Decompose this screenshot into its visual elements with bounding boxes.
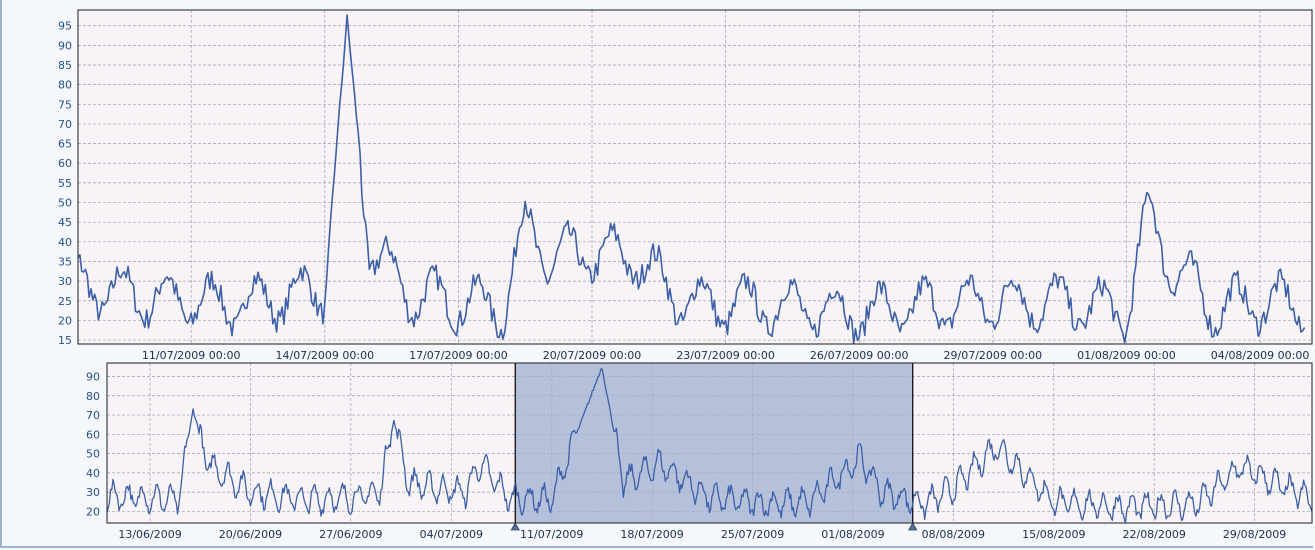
chart-canvas: 11/07/2009 00:00 14/07/2009 00:00 17/07/20… bbox=[58, 9, 1313, 541]
main-chart-x-tick-label: 26/07/2009 00:00 bbox=[810, 349, 909, 362]
main-chart-y-tick-label: 55 bbox=[58, 177, 72, 190]
overview-chart-y-tick-label: 70 bbox=[86, 409, 100, 422]
main-chart-y-tick-label: 15 bbox=[58, 334, 72, 347]
overview-chart-x-tick-label: 22/08/2009 bbox=[1122, 528, 1185, 541]
overview-chart-y-tick-label: 30 bbox=[86, 486, 100, 499]
main-chart-y-tick-label: 60 bbox=[58, 157, 72, 170]
main-chart-y-tick-label: 80 bbox=[58, 79, 72, 92]
overview-chart-x-tick-label: 20/06/2009 bbox=[219, 528, 282, 541]
main-chart-x-tick-label: 01/08/2009 00:00 bbox=[1077, 349, 1176, 362]
overview-chart-y-tick-label: 50 bbox=[86, 448, 100, 461]
main-chart-y-tick-label: 50 bbox=[58, 197, 72, 210]
main-chart-y-tick-label: 95 bbox=[58, 20, 72, 33]
overview-chart: 13/06/2009 20/06/2009 27/06/2009 04/07/2009… bbox=[86, 362, 1313, 541]
main-chart-y-tick-label: 30 bbox=[58, 275, 72, 288]
main-chart-y-tick-label: 25 bbox=[58, 295, 72, 308]
main-chart-x-tick-label: 04/08/2009 00:00 bbox=[1211, 349, 1310, 362]
overview-chart-y-tick-label: 90 bbox=[86, 370, 100, 383]
main-chart-x-tick-label: 11/07/2009 00:00 bbox=[142, 349, 241, 362]
main-chart-y-tick-label: 85 bbox=[58, 59, 72, 72]
overview-chart-x-tick-label: 25/07/2009 bbox=[721, 528, 784, 541]
overview-chart-x-tick-label: 08/08/2009 bbox=[922, 528, 985, 541]
main-chart-x-tick-label: 14/07/2009 00:00 bbox=[275, 349, 374, 362]
overview-chart-x-tick-label: 04/07/2009 bbox=[420, 528, 483, 541]
main-chart-y-tick-label: 40 bbox=[58, 236, 72, 249]
main-chart-x-tick-label: 29/07/2009 00:00 bbox=[944, 349, 1043, 362]
overview-chart-x-tick-label: 29/08/2009 bbox=[1223, 528, 1286, 541]
main-chart-x-tick-label: 17/07/2009 00:00 bbox=[409, 349, 508, 362]
main-chart-x-tick-label: 20/07/2009 00:00 bbox=[543, 349, 642, 362]
overview-chart-x-tick-label: 01/08/2009 bbox=[821, 528, 884, 541]
main-chart-y-tick-label: 75 bbox=[58, 98, 72, 111]
main-chart: 11/07/2009 00:00 14/07/2009 00:00 17/07/20… bbox=[58, 9, 1313, 362]
main-chart-x-tick-label: 23/07/2009 00:00 bbox=[676, 349, 775, 362]
overview-chart-x-tick-label: 18/07/2009 bbox=[620, 528, 683, 541]
main-chart-y-tick-label: 45 bbox=[58, 216, 72, 229]
selection-right-handle[interactable] bbox=[908, 522, 918, 531]
main-chart-y-tick-label: 35 bbox=[58, 255, 72, 268]
overview-chart-x-tick-label: 11/07/2009 bbox=[520, 528, 583, 541]
overview-chart-y-tick-label: 40 bbox=[86, 467, 100, 480]
main-chart-y-tick-label: 20 bbox=[58, 314, 72, 327]
overview-chart-y-tick-label: 60 bbox=[86, 428, 100, 441]
overview-chart-x-tick-label: 27/06/2009 bbox=[319, 528, 382, 541]
overview-chart-x-tick-label: 15/08/2009 bbox=[1022, 528, 1085, 541]
main-chart-y-tick-label: 90 bbox=[58, 39, 72, 52]
main-chart-y-tick-label: 65 bbox=[58, 138, 72, 151]
overview-chart-x-tick-label: 13/06/2009 bbox=[118, 528, 181, 541]
overview-chart-y-tick-label: 80 bbox=[86, 390, 100, 403]
selection-range[interactable] bbox=[515, 363, 913, 523]
selection-left-handle[interactable] bbox=[510, 522, 520, 531]
main-chart-y-tick-label: 70 bbox=[58, 118, 72, 131]
overview-chart-y-tick-label: 20 bbox=[86, 505, 100, 518]
